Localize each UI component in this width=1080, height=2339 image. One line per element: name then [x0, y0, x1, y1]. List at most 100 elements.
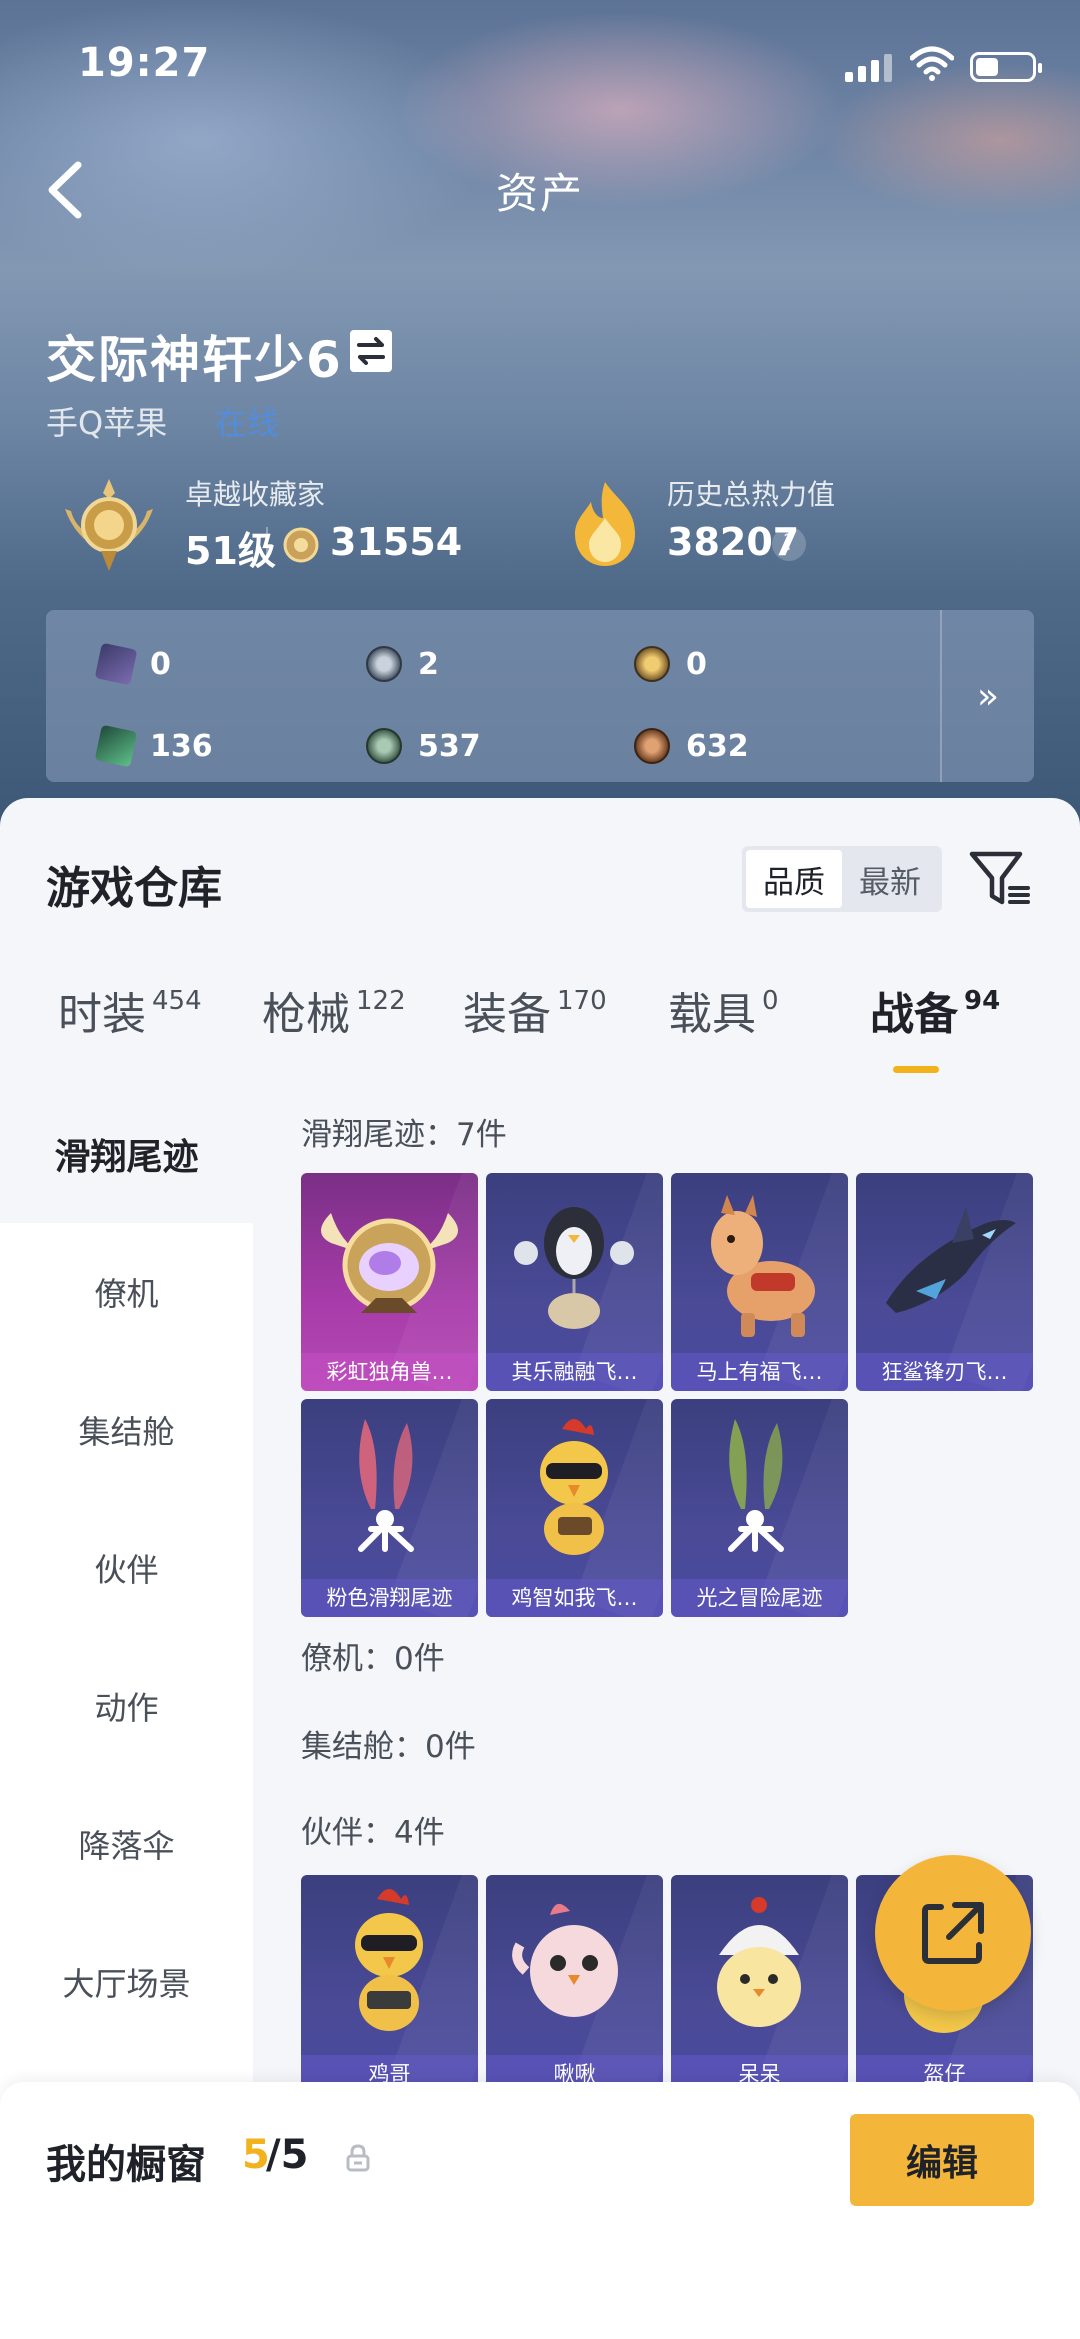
share-icon	[922, 1902, 984, 1964]
section-title-partner: 伙伴：4件	[301, 1815, 445, 1851]
online-status: 在线	[215, 404, 280, 442]
wifi-icon	[910, 46, 954, 81]
currency-value: 136	[150, 728, 213, 764]
currency-value: 0	[150, 646, 171, 682]
item-name: 鸡智如我飞…	[486, 1579, 663, 1617]
chick-icon	[717, 1897, 801, 2027]
section-title-glide: 滑翔尾迹：7件	[301, 1117, 507, 1153]
lock-icon	[346, 2144, 370, 2172]
tab-gear[interactable]: 装备 170	[463, 978, 607, 1042]
sidebar-item-wingman[interactable]: 僚机	[0, 1223, 253, 1361]
tab-count: 454	[152, 986, 202, 1016]
item-name: 其乐融融飞…	[486, 1353, 663, 1391]
currency-item: 2	[366, 642, 439, 686]
showcase-total: /5	[266, 2132, 309, 2178]
item-card[interactable]: 光之冒险尾迹	[671, 1399, 848, 1617]
share-button[interactable]	[875, 1855, 1031, 2011]
gold-star-coin-icon	[634, 646, 670, 682]
currency-item: 537	[366, 724, 481, 768]
item-name: 光之冒险尾迹	[671, 1579, 848, 1617]
flame-icon	[575, 482, 635, 566]
sidebar-item-parachute[interactable]: 降落伞	[0, 1775, 253, 1913]
silver-coin-icon	[366, 646, 402, 682]
item-name: 彩虹独角兽…	[301, 1353, 478, 1391]
tab-battle-prep[interactable]: 战备 94	[870, 978, 1000, 1042]
unicorn-emblem-icon	[321, 1213, 458, 1313]
pink-bird-icon	[512, 1903, 618, 2017]
tab-count: 122	[356, 986, 406, 1016]
tab-label: 战备	[870, 989, 958, 1040]
section-title-capsule: 集结舱：0件	[301, 1729, 476, 1765]
currency-more-button[interactable]: »	[940, 610, 1034, 782]
currency-value: 632	[686, 728, 749, 764]
sidebar-item-emote[interactable]: 动作	[0, 1637, 253, 1775]
status-time: 19:27	[78, 40, 211, 86]
item-name: 马上有福飞…	[671, 1353, 848, 1391]
currency-value: 2	[418, 646, 439, 682]
tab-label: 枪械	[262, 989, 350, 1040]
penguin-balloon-icon	[514, 1207, 634, 1329]
help-icon[interactable]: ?	[772, 527, 806, 561]
item-card[interactable]: 鸡智如我飞…	[486, 1399, 663, 1617]
currency-value: 0	[686, 646, 707, 682]
cool-chicken-icon	[540, 1419, 608, 1555]
sort-quality-option[interactable]: 品质	[746, 850, 842, 908]
sidebar-item-partner[interactable]: 伙伴	[0, 1499, 253, 1637]
active-tab-indicator	[893, 1066, 939, 1073]
chicken-brother-icon	[355, 1889, 423, 2031]
pink-smoke-trail-icon	[358, 1419, 414, 1552]
sidebar-item-glide-trail[interactable]: 滑翔尾迹	[0, 1085, 253, 1223]
green-coin-icon	[366, 728, 402, 764]
item-card[interactable]: 狂鲨锋刃飞…	[856, 1173, 1033, 1391]
item-card[interactable]: 马上有福飞…	[671, 1173, 848, 1391]
currency-value: 537	[418, 728, 481, 764]
signal-icon	[845, 52, 895, 82]
currency-item: 632	[634, 724, 749, 768]
sort-newest-option[interactable]: 最新	[842, 850, 938, 908]
collector-badge-icon	[65, 479, 153, 571]
tab-label: 时装	[58, 989, 146, 1040]
lucky-horse-icon	[711, 1195, 815, 1337]
player-name: 交际神轩少6	[46, 331, 343, 389]
switch-account-icon[interactable]	[350, 330, 392, 372]
item-name: 粉色滑翔尾迹	[301, 1579, 478, 1617]
section-title-wingman: 僚机：0件	[301, 1641, 445, 1677]
item-card[interactable]: 粉色滑翔尾迹	[301, 1399, 478, 1617]
warehouse-title: 游戏仓库	[46, 863, 222, 914]
edit-button[interactable]: 编辑	[850, 2114, 1034, 2206]
collector-coin-icon	[283, 527, 319, 563]
item-card[interactable]: 其乐融融飞…	[486, 1173, 663, 1391]
currency-item: 0	[94, 642, 171, 686]
showcase-label: 我的橱窗	[46, 2142, 206, 2188]
green-smoke-trail-icon	[728, 1419, 784, 1552]
collector-label: 卓越收藏家	[185, 478, 326, 511]
page-title: 资产	[495, 169, 584, 218]
item-card[interactable]: 啾啾	[486, 1875, 663, 2093]
heat-label: 历史总热力值	[667, 478, 836, 511]
tab-count: 0	[762, 986, 779, 1016]
tab-vehicles[interactable]: 载具 0	[668, 978, 779, 1042]
green-card-icon	[94, 724, 138, 768]
collector-points: 31554	[330, 520, 463, 564]
battery-icon	[970, 52, 1042, 82]
showcase-bar: 我的橱窗 5 /5 编辑	[0, 2082, 1080, 2339]
tab-weapons[interactable]: 枪械 122	[262, 978, 406, 1042]
tab-count: 94	[964, 986, 1001, 1016]
purple-card-icon	[94, 642, 138, 686]
divider	[266, 527, 268, 561]
tab-count: 170	[557, 986, 607, 1016]
item-card[interactable]: 呆呆	[671, 1875, 848, 2093]
sort-toggle: 品质 最新	[742, 846, 942, 912]
platform-label: 手Q苹果	[46, 404, 168, 442]
tab-label: 载具	[668, 989, 756, 1040]
sidebar-item-capsule[interactable]: 集结舱	[0, 1361, 253, 1499]
shark-blade-icon	[886, 1207, 1016, 1313]
item-card[interactable]: 鸡哥	[301, 1875, 478, 2093]
currency-panel: 0 2 0 136 537 632 »	[46, 610, 1034, 782]
status-bar: 19:27	[0, 0, 1080, 130]
tab-fashion[interactable]: 时装 454	[58, 978, 202, 1042]
item-card[interactable]: 彩虹独角兽…	[301, 1173, 478, 1391]
filter-icon[interactable]	[968, 848, 1032, 908]
sidebar-item-lobby-scene[interactable]: 大厅场景	[0, 1913, 253, 2051]
tab-label: 装备	[463, 989, 551, 1040]
